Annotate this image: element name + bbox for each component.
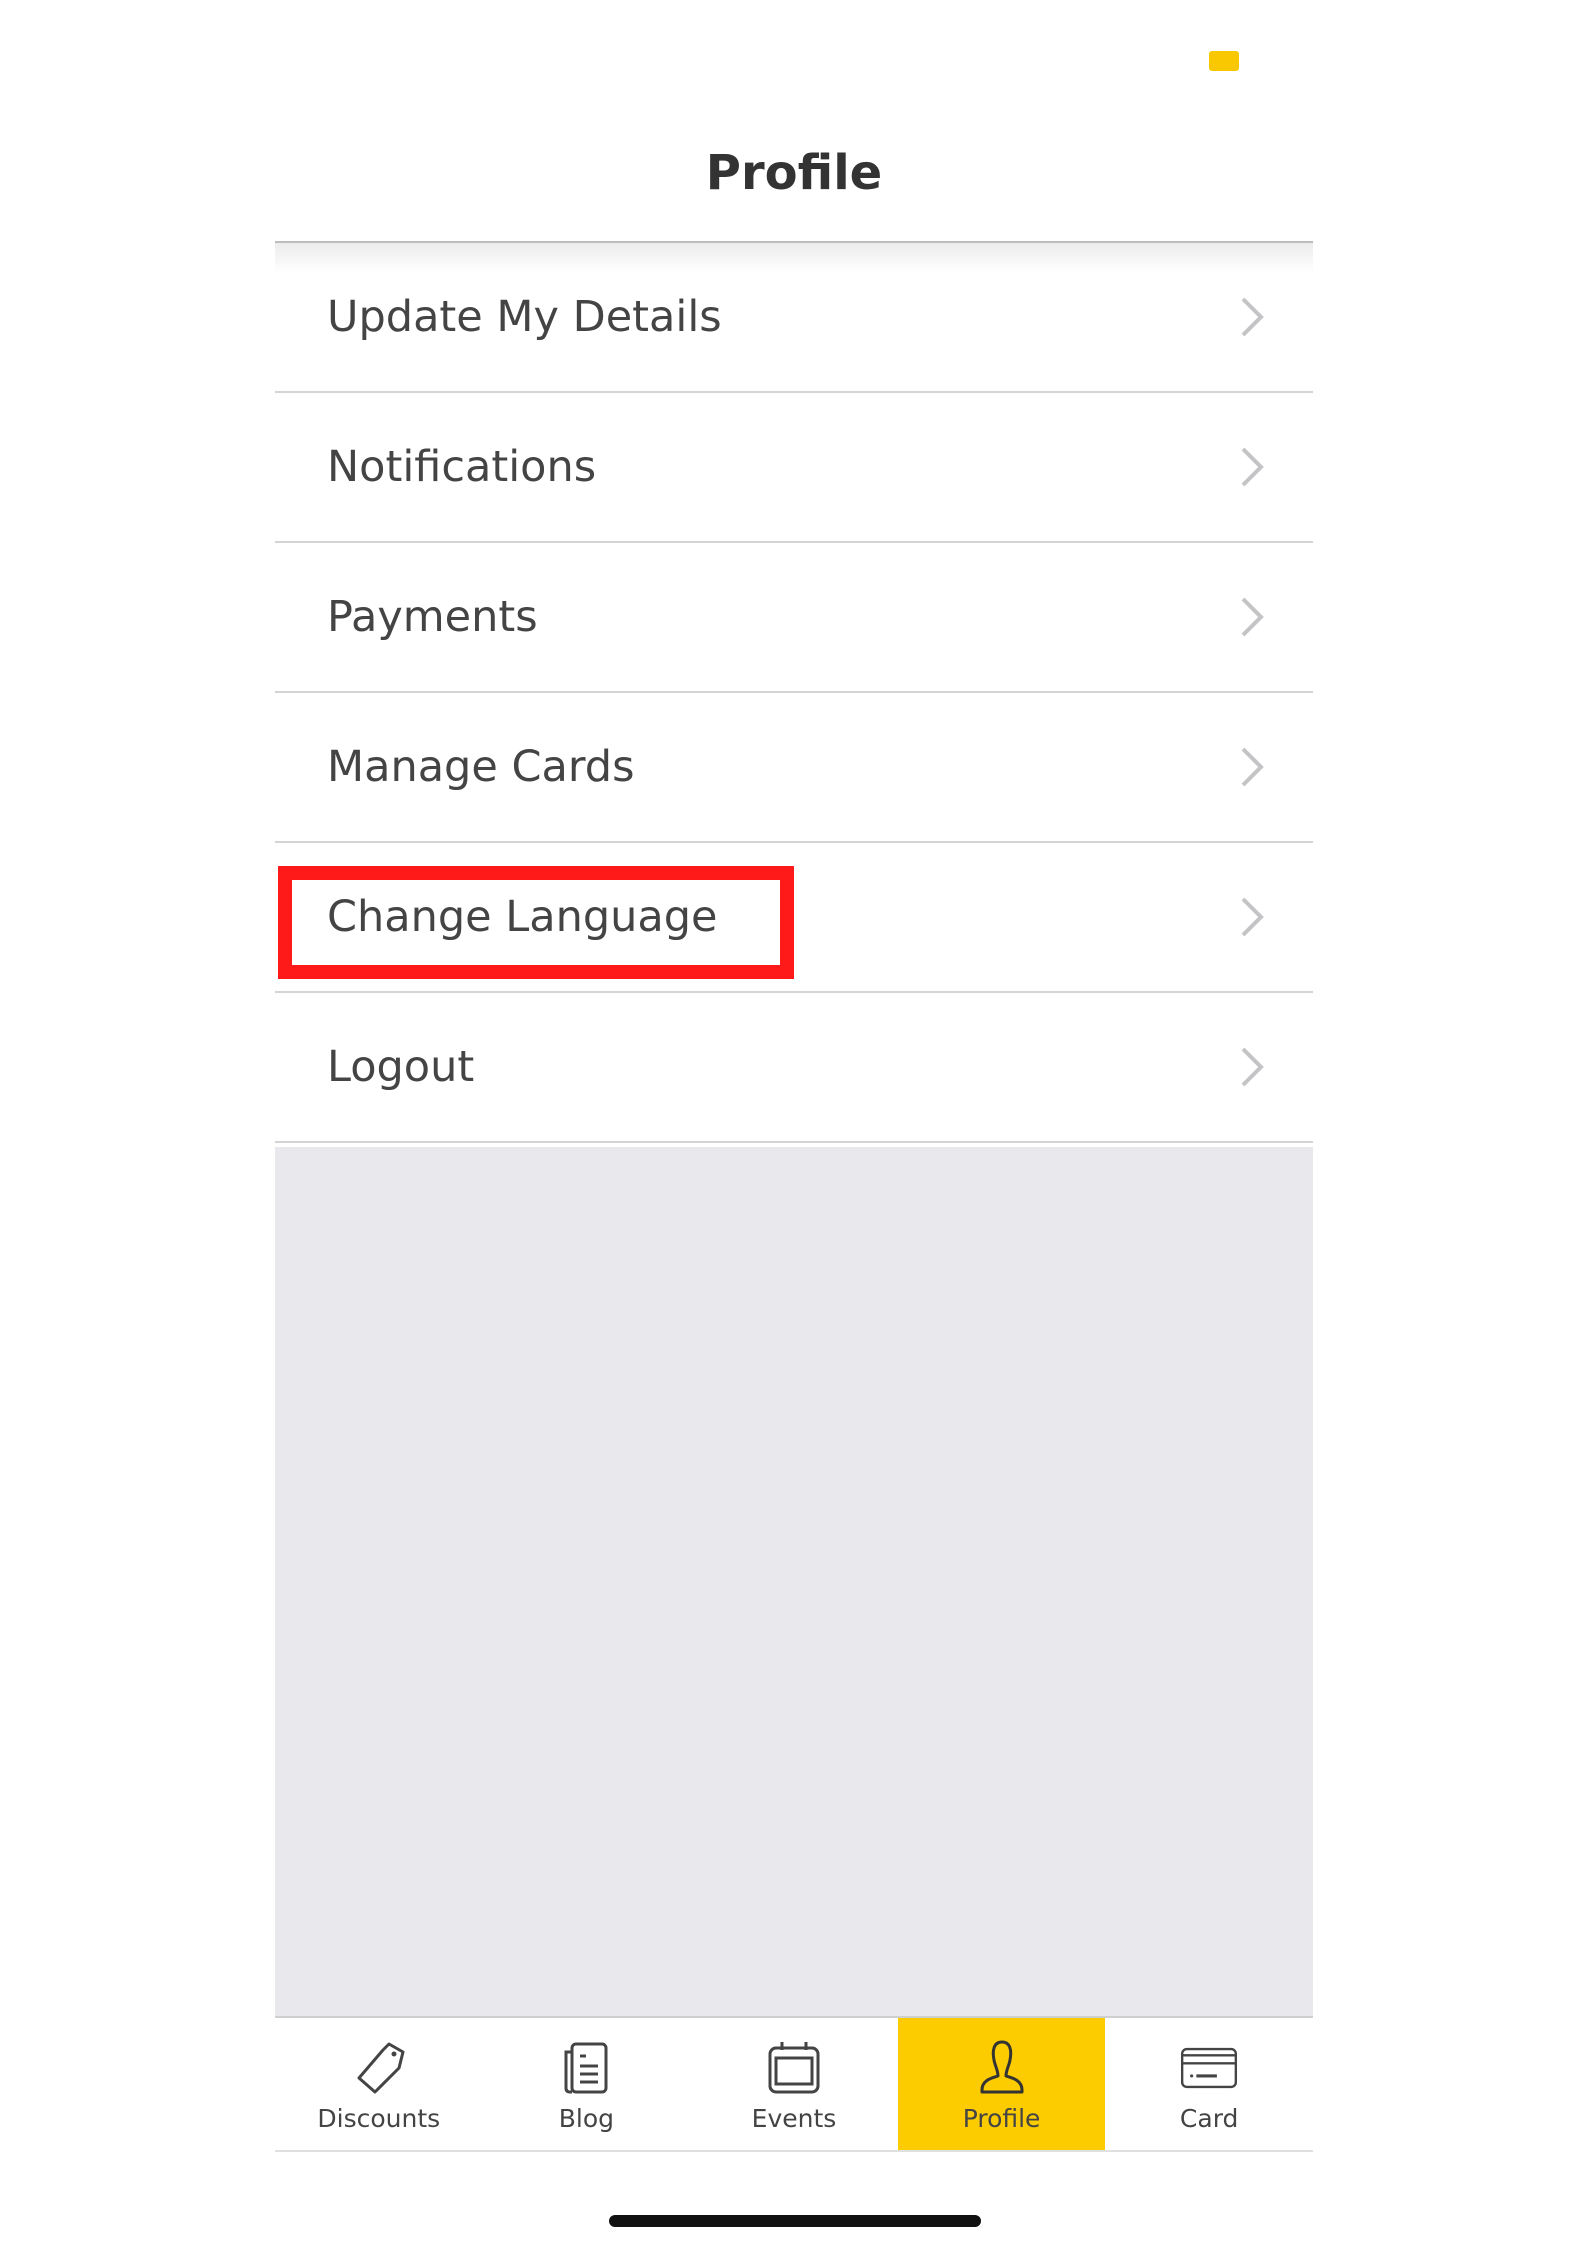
menu-item-label: Manage Cards xyxy=(327,742,635,792)
menu-item-label: Update My Details xyxy=(327,292,722,342)
chevron-right-icon xyxy=(1241,747,1264,787)
menu-item-update-my-details[interactable]: Update My Details xyxy=(275,243,1313,393)
empty-content-area xyxy=(275,1147,1313,2016)
profile-menu: Update My Details Notifications Payments… xyxy=(275,243,1313,1143)
chevron-right-icon xyxy=(1241,897,1264,937)
calendar-icon xyxy=(768,2042,820,2094)
tab-label: Profile xyxy=(962,2104,1041,2133)
tab-label: Blog xyxy=(558,2104,615,2133)
tab-events[interactable]: Events xyxy=(690,2018,898,2150)
battery-icon xyxy=(1209,51,1239,71)
menu-item-notifications[interactable]: Notifications xyxy=(275,393,1313,543)
menu-item-logout[interactable]: Logout xyxy=(275,993,1313,1143)
menu-item-label: Notifications xyxy=(327,442,597,492)
tab-discounts[interactable]: Discounts xyxy=(275,2018,483,2150)
tab-label: Card xyxy=(1179,2104,1239,2133)
chevron-right-icon xyxy=(1241,597,1264,637)
tab-bar: Discounts Blog Events Profile Card xyxy=(275,2016,1313,2152)
chevron-right-icon xyxy=(1241,447,1264,487)
tab-card[interactable]: Card xyxy=(1105,2018,1313,2150)
menu-item-change-language[interactable]: Change Language xyxy=(275,843,1313,993)
menu-item-manage-cards[interactable]: Manage Cards xyxy=(275,693,1313,843)
chevron-right-icon xyxy=(1241,297,1264,337)
tag-icon xyxy=(357,2042,405,2094)
menu-item-payments[interactable]: Payments xyxy=(275,543,1313,693)
newspaper-icon xyxy=(564,2042,608,2094)
page-title: Profile xyxy=(705,145,883,201)
tab-label: Discounts xyxy=(317,2104,441,2133)
tab-blog[interactable]: Blog xyxy=(483,2018,691,2150)
chevron-right-icon xyxy=(1241,1047,1264,1087)
menu-item-label: Logout xyxy=(327,1042,475,1092)
menu-item-label: Payments xyxy=(327,592,538,642)
person-icon xyxy=(980,2040,1024,2094)
tab-profile[interactable]: Profile xyxy=(897,2018,1106,2150)
credit-card-icon xyxy=(1181,2047,1238,2089)
home-indicator[interactable] xyxy=(609,2215,981,2227)
tab-label: Events xyxy=(751,2104,837,2133)
menu-item-label: Change Language xyxy=(327,892,718,942)
